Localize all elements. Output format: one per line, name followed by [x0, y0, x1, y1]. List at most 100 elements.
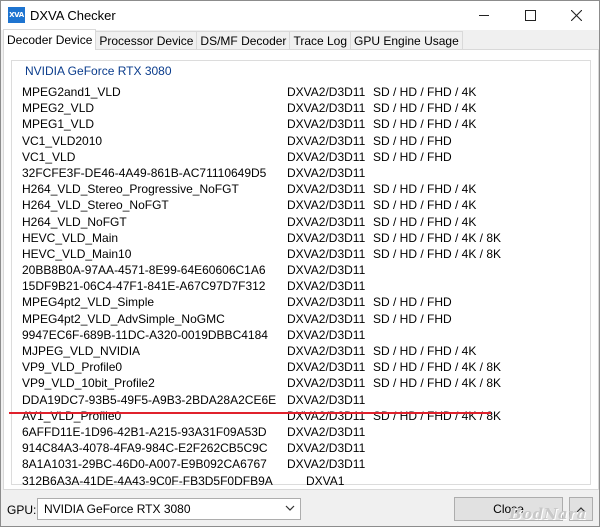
window-title: DXVA Checker — [30, 8, 116, 23]
decoder-api: DXVA1 — [306, 473, 345, 488]
decoder-res: SD / HD / FHD / 4K — [373, 214, 477, 229]
list-item[interactable]: DDA19DC7-93B5-49F5-A9B3-2BDA28A2CE6E DXVA… — [22, 392, 592, 408]
decoder-name: 914C84A3-4078-4FA9-984C-E2F262CB5C9C — [22, 441, 268, 456]
decoder-res: SD / HD / FHD — [373, 149, 452, 164]
list-item[interactable]: MPEG2_VLD DXVA2/D3D11 SD / HD / FHD / 4K — [22, 100, 592, 116]
gpu-groupbox: NVIDIA GeForce RTX 3080 MPEG2and1_VLD DXV… — [11, 60, 591, 488]
list-item[interactable]: VC1_VLD DXVA2/D3D11 SD / HD / FHD — [22, 149, 592, 165]
decoder-name: VC1_VLD2010 — [22, 133, 103, 148]
decoder-name: MPEG4pt2_VLD_AdvSimple_NoGMC — [22, 311, 225, 326]
app-icon: XVA — [8, 7, 25, 23]
list-item[interactable]: H264_VLD_Stereo_NoFGT DXVA2/D3D11 SD / HD … — [22, 197, 592, 213]
window-close-button[interactable] — [553, 1, 599, 30]
minimize-icon — [478, 15, 489, 16]
list-item[interactable]: VP9_VLD_Profile0 DXVA2/D3D11 SD / HD / FHD… — [22, 359, 592, 375]
decoder-api: DXVA2/D3D11 — [287, 376, 366, 391]
decoder-name: 20BB8B0A-97AA-4571-8E99-64E60606C1A6 — [22, 263, 266, 278]
decoder-api: DXVA2/D3D11 — [287, 182, 366, 197]
decoder-api: DXVA2/D3D11 — [287, 295, 366, 310]
list-item[interactable]: MPEG2and1_VLD DXVA2/D3D11 SD / HD / FHD / … — [22, 84, 592, 100]
list-item[interactable]: 32FCFE3F-DE46-4A49-861B-AC71110649D5 DXVA… — [22, 165, 592, 181]
tab-strip: Decoder Device Processor Device DS/MF Deco… — [3, 29, 599, 50]
watermark: BodNara — [509, 505, 587, 523]
group-title: NVIDIA GeForce RTX 3080 — [23, 64, 174, 78]
decoder-api: DXVA2/D3D11 — [287, 85, 366, 99]
list-item[interactable]: VP9_VLD_10bit_Profile2 DXVA2/D3D11 SD / HD… — [22, 375, 592, 391]
decoder-name: VC1_VLD — [22, 149, 76, 164]
decoder-name: VP9_VLD_Profile0 — [22, 360, 123, 375]
list-item[interactable]: MJPEG_VLD_NVIDIA DXVA2/D3D11 SD / HD / FHD… — [22, 343, 592, 359]
list-item[interactable]: VC1_VLD2010 DXVA2/D3D11 SD / HD / FHD — [22, 133, 592, 149]
list-item[interactable]: 15DF9B21-06C4-47F1-841E-A67C97D7F312 DXVA… — [22, 278, 592, 294]
decoder-api: DXVA2/D3D11 — [287, 360, 366, 375]
list-item[interactable]: 312B6A3A-41DE-4A43-9C0F-FB3D5F0DFB9A DXVA… — [22, 473, 592, 489]
maximize-button[interactable] — [507, 1, 553, 30]
tab-processor-device[interactable]: Processor Device — [95, 31, 198, 50]
decoder-api: DXVA2/D3D11 — [287, 263, 366, 278]
decoder-api: DXVA2/D3D11 — [287, 344, 366, 358]
decoder-api: DXVA2/D3D11 — [287, 214, 366, 229]
decoder-list[interactable]: MPEG2and1_VLD DXVA2/D3D11 SD / HD / FHD / … — [22, 84, 592, 489]
tab-ds-mf-decoder[interactable]: DS/MF Decoder — [196, 31, 291, 50]
decoder-name: 8A1A1031-29BC-46D0-A007-E9B092CA6767 — [22, 457, 267, 472]
decoder-name: 15DF9B21-06C4-47F1-841E-A67C97D7F312 — [22, 279, 266, 294]
decoder-res: SD / HD / FHD / 4K / 8K — [373, 230, 502, 245]
decoder-name: HEVC_VLD_Main10 — [22, 246, 132, 261]
decoder-name: 312B6A3A-41DE-4A43-9C0F-FB3D5F0DFB9A — [22, 473, 273, 488]
decoder-res: SD / HD / FHD — [373, 133, 452, 148]
tab-gpu-engine-usage[interactable]: GPU Engine Usage — [350, 31, 463, 50]
dxva-checker-window: XVA DXVA Checker Decoder Device Processor… — [0, 0, 600, 527]
decoder-res: SD / HD / FHD / 4K — [373, 85, 477, 99]
list-item[interactable]: HEVC_VLD_Main DXVA2/D3D11 SD / HD / FHD / … — [22, 230, 592, 246]
tab-decoder-device[interactable]: Decoder Device — [3, 29, 97, 50]
list-item[interactable]: 914C84A3-4078-4FA9-984C-E2F262CB5C9C DXVA… — [22, 440, 592, 456]
decoder-name: MPEG2_VLD — [22, 101, 95, 116]
decoder-name: MPEG4pt2_VLD_Simple — [22, 295, 155, 310]
decoder-name: MJPEG_VLD_NVIDIA — [22, 344, 141, 358]
maximize-icon — [524, 10, 536, 21]
list-item[interactable]: H264_VLD_NoFGT DXVA2/D3D11 SD / HD / FHD /… — [22, 214, 592, 230]
list-item[interactable]: AV1_VLD_Profile0 DXVA2/D3D11 SD / HD / FHD… — [22, 408, 592, 424]
decoder-api: DXVA2/D3D11 — [287, 198, 366, 213]
title-bar[interactable]: XVA DXVA Checker — [1, 1, 599, 30]
decoder-api: DXVA2/D3D11 — [287, 230, 366, 245]
list-item[interactable]: H264_VLD_Stereo_Progressive_NoFGT DXVA2/D… — [22, 181, 592, 197]
gpu-select-value: NVIDIA GeForce RTX 3080 — [44, 502, 191, 516]
decoder-name: HEVC_VLD_Main — [22, 230, 119, 245]
decoder-name: H264_VLD_Stereo_Progressive_NoFGT — [22, 182, 239, 197]
list-item[interactable]: MPEG4pt2_VLD_Simple DXVA2/D3D11 SD / HD / … — [22, 294, 592, 310]
decoder-res: SD / HD / FHD / 4K / 8K — [373, 408, 502, 423]
decoder-name: 9947EC6F-689B-11DC-A320-0019DBBC4184 — [22, 327, 268, 342]
list-item[interactable]: 6AFFD11E-1D96-42B1-A215-93A31F09A53D DXVA… — [22, 424, 592, 440]
decoder-name: 32FCFE3F-DE46-4A49-861B-AC71110649D5 — [22, 165, 267, 180]
gpu-select[interactable]: NVIDIA GeForce RTX 3080 — [37, 498, 301, 520]
decoder-name: AV1_VLD_Profile0 — [22, 408, 122, 423]
decoder-api: DXVA2/D3D11 — [287, 246, 366, 261]
decoder-res: SD / HD / FHD — [373, 295, 452, 310]
list-item[interactable]: MPEG4pt2_VLD_AdvSimple_NoGMC DXVA2/D3D11 S… — [22, 311, 592, 327]
decoder-res: SD / HD / FHD / 4K / 8K — [373, 360, 502, 375]
decoder-name: H264_VLD_Stereo_NoFGT — [22, 198, 169, 213]
decoder-res: SD / HD / FHD / 4K — [373, 344, 477, 358]
minimize-button[interactable] — [461, 1, 507, 30]
decoder-api: DXVA2/D3D11 — [287, 441, 366, 456]
decoder-api: DXVA2/D3D11 — [287, 311, 366, 326]
decoder-api: DXVA2/D3D11 — [287, 133, 366, 148]
list-item[interactable]: 20BB8B0A-97AA-4571-8E99-64E60606C1A6 DXVA… — [22, 262, 592, 278]
decoder-res: SD / HD / FHD / 4K — [373, 117, 477, 132]
list-item[interactable]: 8A1A1031-29BC-46D0-A007-E9B092CA6767 DXVA… — [22, 456, 592, 472]
decoder-name: 6AFFD11E-1D96-42B1-A215-93A31F09A53D — [22, 424, 267, 439]
chevron-down-icon — [285, 505, 295, 511]
decoder-name: MPEG1_VLD — [22, 117, 95, 132]
decoder-api: DXVA2/D3D11 — [287, 457, 366, 472]
list-item[interactable]: MPEG1_VLD DXVA2/D3D11 SD / HD / FHD / 4K — [22, 116, 592, 132]
decoder-api: DXVA2/D3D11 — [287, 165, 366, 180]
list-item[interactable]: HEVC_VLD_Main10 DXVA2/D3D11 SD / HD / FHD … — [22, 246, 592, 262]
highlight-underline — [9, 412, 491, 414]
close-icon — [570, 10, 582, 21]
decoder-device-panel: NVIDIA GeForce RTX 3080 MPEG2and1_VLD DXV… — [3, 49, 599, 490]
list-item[interactable]: 9947EC6F-689B-11DC-A320-0019DBBC4184 DXVA… — [22, 327, 592, 343]
tab-trace-log[interactable]: Trace Log — [289, 31, 352, 50]
decoder-res: SD / HD / FHD / 4K — [373, 198, 477, 213]
decoder-api: DXVA2/D3D11 — [287, 279, 366, 294]
